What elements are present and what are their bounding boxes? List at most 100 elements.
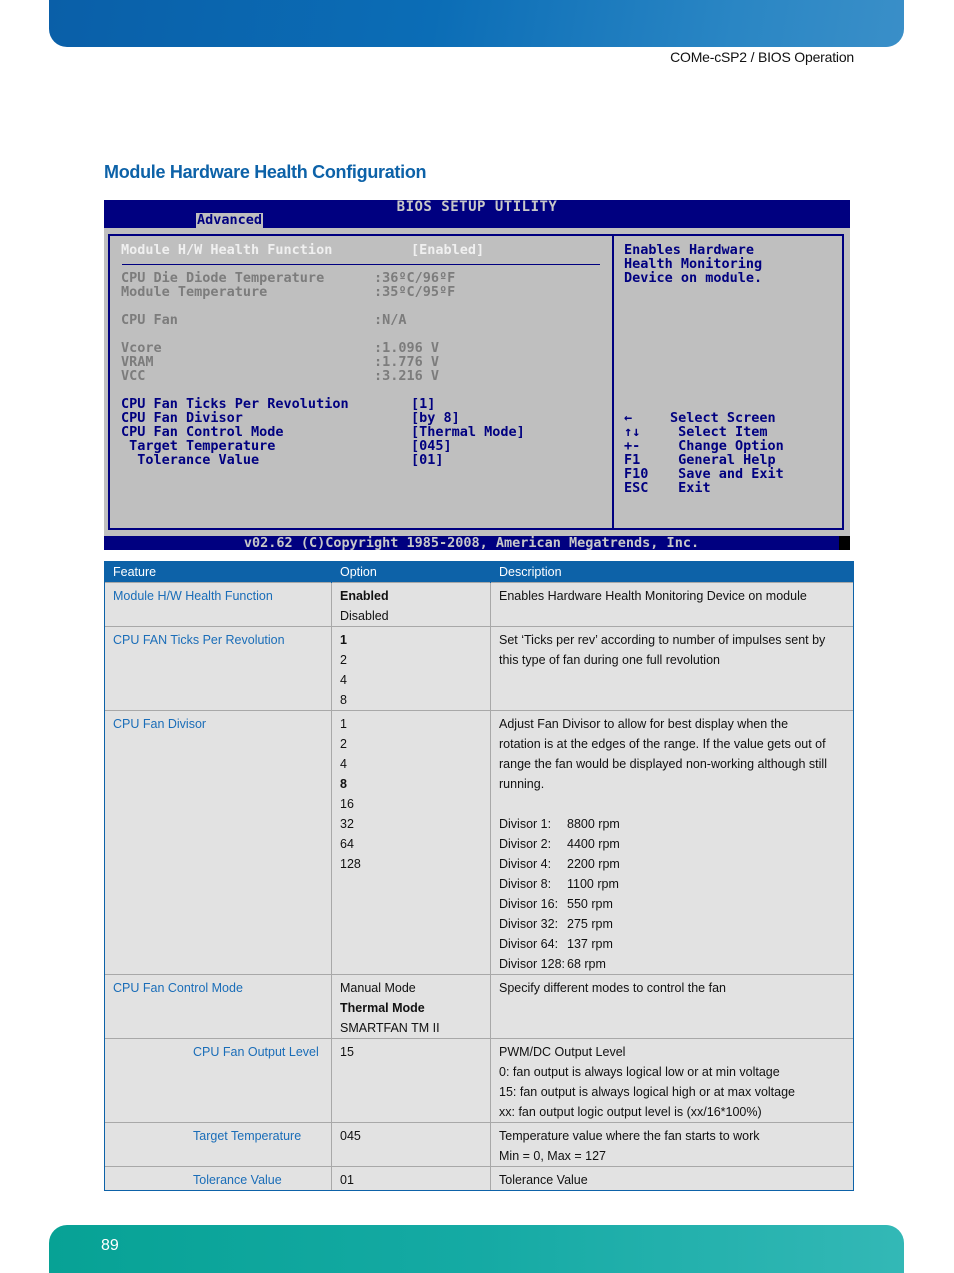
description-line <box>499 794 845 814</box>
bios-key: +- <box>624 438 641 454</box>
table-row: CPU FAN Ticks Per Revolution 1 2 4 8 Set ‘Tic… <box>104 626 854 711</box>
bios-setting-value[interactable]: [045] <box>411 439 452 453</box>
bios-key-action: Exit <box>670 480 711 496</box>
bios-tab-advanced[interactable]: Advanced <box>196 213 264 228</box>
option: 8 <box>340 693 347 707</box>
rpm-entry: Divisor 4: 2200 rpm <box>499 854 845 874</box>
option: SMARTFAN TM II <box>340 1021 440 1035</box>
rpm-entry: Divisor 2: 4400 rpm <box>499 834 845 854</box>
feature-cell: Target Temperature <box>104 1122 332 1167</box>
description-line: range the fan would be displayed non-wor… <box>499 757 827 771</box>
bios-reading-value: :3.216 V <box>374 368 440 384</box>
bios-setting-label[interactable]: Tolerance Value <box>121 453 259 467</box>
bios-key-action: Change Option <box>670 438 784 454</box>
bios-item-value[interactable]: [Enabled] <box>411 243 484 257</box>
description-line: Set ‘Ticks per rev’ according to number … <box>499 633 826 647</box>
rpm-value: 2200 rpm <box>567 857 620 871</box>
default-option: Thermal Mode <box>340 1001 425 1015</box>
bios-setting-label[interactable]: CPU Fan Ticks Per Revolution <box>121 397 349 411</box>
bios-setting-label[interactable]: CPU Fan Divisor <box>121 411 243 425</box>
bios-help-line: Enables Hardware <box>624 242 755 258</box>
bios-key-action: Select Screen <box>670 410 776 426</box>
footer-band: 89 <box>49 1225 904 1273</box>
rpm-divisor: Divisor 4: <box>499 857 552 871</box>
bios-key-action: General Help <box>670 452 776 468</box>
header-description: Description <box>490 561 854 583</box>
option: 2 <box>340 653 347 667</box>
bios-reading-label: CPU Die Diode Temperature <box>121 270 325 286</box>
bios-setting-value[interactable]: [by 8] <box>411 411 460 425</box>
bios-help-panel: Enables Hardware Health Monitoring Device … <box>612 234 844 530</box>
description-cell: Specify different modes to control the f… <box>490 974 854 1039</box>
settings-table: Feature Option Description Module H/W He… <box>104 561 854 1191</box>
description-line: running. <box>499 777 545 791</box>
description-line: Tolerance Value <box>499 1173 588 1187</box>
bios-reading-value: :36ºC/96ºF <box>374 270 456 286</box>
bios-reading-label: CPU Fan <box>121 312 178 328</box>
header-option: Option <box>331 561 491 583</box>
option-cell: Enabled Disabled <box>331 582 491 627</box>
bios-key: ← <box>624 410 633 426</box>
bios-setting-value[interactable]: [01] <box>411 453 444 467</box>
option-cell: Manual Mode Thermal Mode SMARTFAN TM II <box>331 974 491 1039</box>
bios-reading-label: Module Temperature <box>121 284 268 300</box>
table-row: CPU Fan Output Level 15 PWM/DC Output Leve… <box>104 1038 854 1123</box>
bios-help-line: Device on module. <box>624 270 763 286</box>
bios-key: ESC <box>624 480 649 496</box>
option: 1 <box>340 717 347 731</box>
feature-cell: CPU Fan Output Level <box>104 1038 332 1123</box>
description-line: Min = 0, Max = 127 <box>499 1149 607 1163</box>
option: 15 <box>340 1045 354 1059</box>
option: 4 <box>340 673 347 687</box>
description-cell: Adjust Fan Divisor to allow for best dis… <box>490 710 854 975</box>
table-row: CPU Fan Control Mode Manual Mode Thermal M… <box>104 974 854 1039</box>
bios-key-action: Select Item <box>670 424 768 440</box>
option: 16 <box>340 797 354 811</box>
bios-setting-value[interactable]: [Thermal Mode] <box>411 425 525 439</box>
bios-footer-cursor <box>839 536 850 550</box>
bios-settings-panel: Module H/W Health Function [Enabled] CPU… <box>108 234 614 530</box>
bios-key: F10 <box>624 466 649 482</box>
description-line: xx: fan output logic output level is (xx… <box>499 1105 762 1119</box>
rpm-divisor: Divisor 2: <box>499 837 552 851</box>
option-cell: 045 <box>331 1122 491 1167</box>
rpm-divisor: Divisor 64: <box>499 937 559 951</box>
rpm-divisor: Divisor 32: <box>499 917 559 931</box>
bios-copyright-footer: v02.62 (C)Copyright 1985-2008, American … <box>104 536 839 550</box>
description-cell: Tolerance Value <box>490 1166 854 1191</box>
rpm-divisor: Divisor 16: <box>499 897 559 911</box>
bios-help-line: Health Monitoring <box>624 256 763 272</box>
default-option: 1 <box>340 633 347 647</box>
bios-reading-label: VRAM <box>121 354 154 370</box>
option: Disabled <box>340 609 389 623</box>
bios-reading-value: :1.096 V <box>374 340 440 356</box>
bios-item-hw-health-function[interactable]: Module H/W Health Function <box>121 243 332 257</box>
rpm-entry: Divisor 1: 8800 rpm <box>499 814 845 834</box>
description-line: 0: fan output is always logical low or a… <box>499 1065 780 1079</box>
feature-cell: Tolerance Value <box>104 1166 332 1191</box>
rpm-divisor: Divisor 1: <box>499 817 552 831</box>
bios-setting-label[interactable]: Target Temperature <box>121 439 275 453</box>
bios-setting-value[interactable]: [1] <box>411 397 435 411</box>
option: 64 <box>340 837 354 851</box>
option: 128 <box>340 857 361 871</box>
feature-cell: CPU FAN Ticks Per Revolution <box>104 626 332 711</box>
bios-reading-label: VCC <box>121 368 146 384</box>
option: 4 <box>340 757 347 771</box>
rpm-value: 137 rpm <box>567 937 613 951</box>
option: 045 <box>340 1129 361 1143</box>
header-feature: Feature <box>104 561 332 583</box>
bios-screenshot: BIOS SETUP UTILITY Advanced Module H/W H… <box>104 200 850 550</box>
bios-key-action: Save and Exit <box>670 466 784 482</box>
rpm-divisor: Divisor 128: <box>499 957 565 971</box>
bios-setting-label[interactable]: CPU Fan Control Mode <box>121 425 284 439</box>
rpm-value: 8800 rpm <box>567 817 620 831</box>
rpm-entry: Divisor 128: 68 rpm <box>499 954 845 974</box>
option: 01 <box>340 1173 354 1187</box>
description-line: Specify different modes to control the f… <box>499 981 726 995</box>
default-option: Enabled <box>340 589 389 603</box>
description-line: PWM/DC Output Level <box>499 1045 626 1059</box>
page-number: 89 <box>101 1237 119 1254</box>
table-row: Target Temperature 045 Temperature value w… <box>104 1122 854 1167</box>
section-title: Module Hardware Health Configuration <box>104 162 427 182</box>
